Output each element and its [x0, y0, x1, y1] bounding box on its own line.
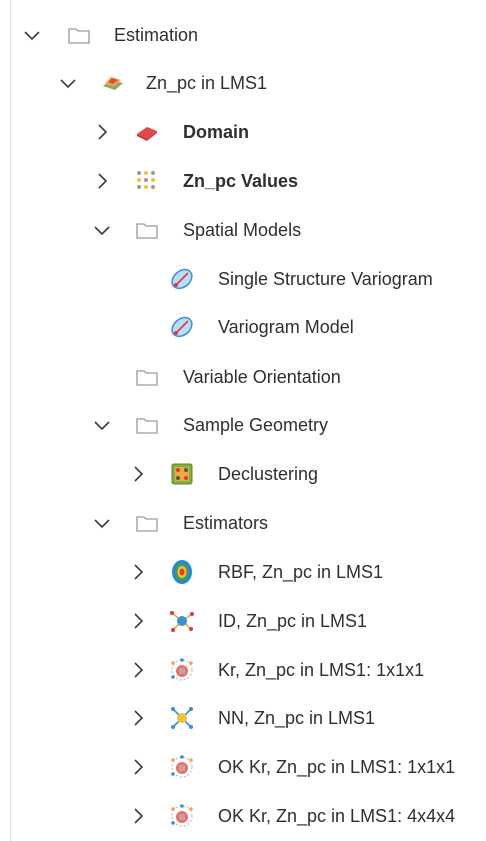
tree-node-estimator-rbf[interactable]: RBF, Zn_pc in LMS1 — [0, 548, 486, 596]
variogram-icon — [169, 314, 195, 340]
tree-node-label: Zn_pc Values — [183, 171, 299, 191]
tree-node-declustering[interactable]: Declustering — [0, 450, 486, 498]
tree-node-variogram-model[interactable]: Variogram Model — [0, 303, 486, 351]
tree-node-label: OK Kr, Zn_pc in LMS1: 1x1x1 — [218, 757, 456, 777]
tree-node-label: OK Kr, Zn_pc in LMS1: 4x4x4 — [218, 806, 456, 826]
project-tree: Estimation Zn_pc in LMS1 Domain Zn_pc Va… — [0, 0, 486, 841]
tree-node-values[interactable]: Zn_pc Values — [0, 157, 486, 205]
id-icon — [169, 608, 195, 634]
chevron-down-icon[interactable] — [92, 220, 112, 240]
chevron-down-icon[interactable] — [92, 513, 112, 533]
tree-node-label: Single Structure Variogram — [218, 269, 433, 289]
tree-node-label: Sample Geometry — [183, 415, 329, 435]
chevron-right-icon[interactable] — [128, 562, 148, 582]
tree-node-label: RBF, Zn_pc in LMS1 — [218, 562, 384, 582]
tree-node-estimator-nn[interactable]: NN, Zn_pc in LMS1 — [0, 694, 486, 742]
folder-icon — [134, 364, 160, 390]
chevron-right-icon[interactable] — [128, 806, 148, 826]
tree-node-label: Variogram Model — [218, 317, 354, 337]
tree-node-domain[interactable]: Domain — [0, 108, 486, 156]
chevron-right-icon[interactable] — [92, 171, 112, 191]
tree-node-label: Kr, Zn_pc in LMS1: 1x1x1 — [218, 660, 425, 680]
tree-node-estimators[interactable]: Estimators — [0, 499, 486, 547]
chevron-right-icon[interactable] — [128, 757, 148, 777]
tree-node-label: NN, Zn_pc in LMS1 — [218, 708, 376, 728]
tree-node-label: Variable Orientation — [183, 367, 341, 387]
declustering-icon — [169, 461, 195, 487]
variogram-icon — [169, 266, 195, 292]
tree-node-spatial-models[interactable]: Spatial Models — [0, 206, 486, 254]
nn-icon — [169, 705, 195, 731]
folder-icon — [134, 217, 160, 243]
chevron-right-icon[interactable] — [92, 122, 112, 142]
chevron-down-icon[interactable] — [22, 25, 42, 45]
folder-icon — [134, 412, 160, 438]
domain-icon — [134, 119, 160, 145]
folder-icon — [134, 510, 160, 536]
points-icon — [134, 168, 160, 194]
tree-node-label: Estimators — [183, 513, 269, 533]
chevron-right-icon[interactable] — [128, 708, 148, 728]
folder-icon — [66, 22, 92, 48]
tree-node-label: ID, Zn_pc in LMS1 — [218, 611, 368, 631]
chevron-down-icon[interactable] — [92, 415, 112, 435]
tree-node-variogram-single[interactable]: Single Structure Variogram — [0, 255, 486, 303]
tree-node-label: Estimation — [114, 25, 199, 45]
rbf-icon — [169, 559, 195, 585]
tree-node-estimation-object[interactable]: Zn_pc in LMS1 — [0, 59, 486, 107]
kriging-icon — [169, 803, 195, 829]
chevron-down-icon[interactable] — [58, 73, 78, 93]
tree-node-estimator-kr[interactable]: Kr, Zn_pc in LMS1: 1x1x1 — [0, 646, 486, 694]
geo-model-icon — [100, 70, 126, 96]
tree-node-label: Zn_pc in LMS1 — [146, 73, 268, 93]
chevron-right-icon[interactable] — [128, 660, 148, 680]
tree-node-label: Domain — [183, 122, 250, 142]
chevron-right-icon[interactable] — [128, 611, 148, 631]
tree-node-label: Declustering — [218, 464, 319, 484]
kriging-icon — [169, 657, 195, 683]
tree-node-estimation-folder[interactable]: Estimation — [0, 11, 486, 59]
tree-node-estimator-id[interactable]: ID, Zn_pc in LMS1 — [0, 597, 486, 645]
kriging-icon — [169, 754, 195, 780]
tree-node-variable-orientation[interactable]: Variable Orientation — [0, 353, 486, 401]
tree-node-estimator-ok-kr-4[interactable]: OK Kr, Zn_pc in LMS1: 4x4x4 — [0, 792, 486, 840]
tree-node-estimator-ok-kr-1[interactable]: OK Kr, Zn_pc in LMS1: 1x1x1 — [0, 743, 486, 791]
tree-node-sample-geometry[interactable]: Sample Geometry — [0, 401, 486, 449]
tree-node-label: Spatial Models — [183, 220, 302, 240]
chevron-right-icon[interactable] — [128, 464, 148, 484]
